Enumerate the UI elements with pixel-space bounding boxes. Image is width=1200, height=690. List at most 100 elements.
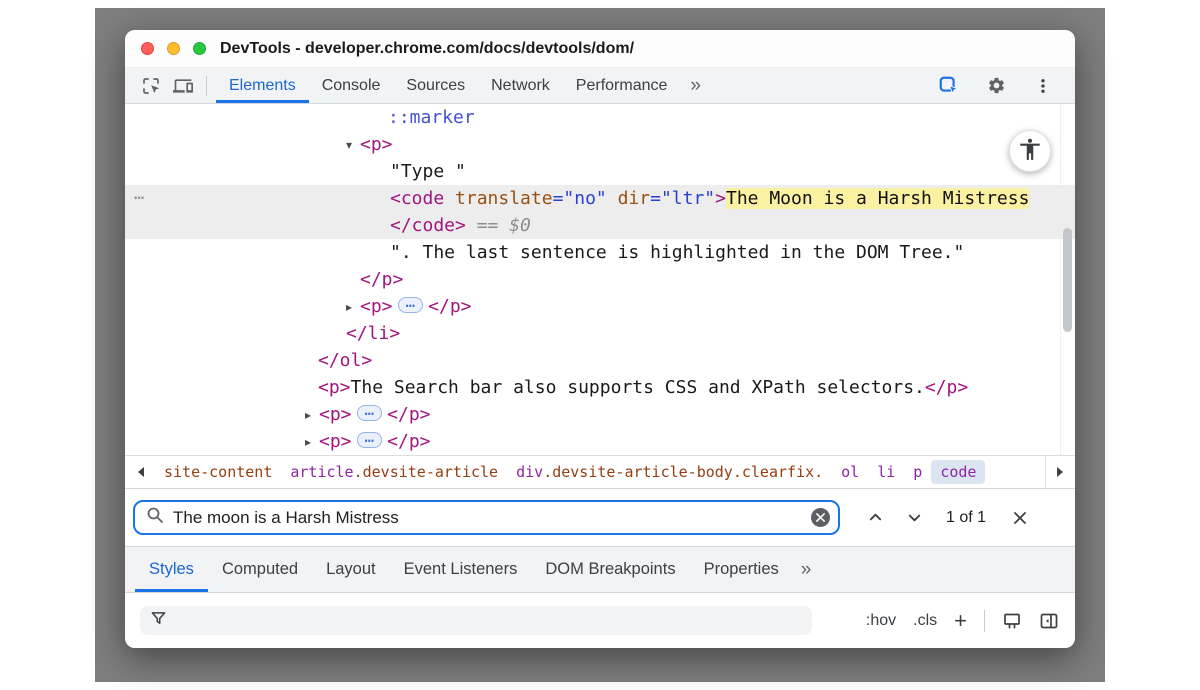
tab-performance[interactable]: Performance	[563, 68, 681, 103]
kebab-menu-icon[interactable]	[1029, 72, 1057, 100]
more-tabs-icon[interactable]: »	[680, 68, 711, 103]
clear-search-icon[interactable]	[811, 508, 830, 527]
dom-tree-line[interactable]: </code> == $0	[125, 212, 1075, 239]
search-results-count: 1 of 1	[946, 509, 986, 527]
tab-properties[interactable]: Properties	[690, 547, 793, 592]
dom-token: <code	[390, 188, 444, 209]
new-style-rule-button[interactable]: +	[954, 610, 967, 632]
vertical-scrollbar-thumb[interactable]	[1063, 228, 1072, 332]
chevron-right-icon[interactable]: ▸	[305, 402, 319, 429]
dom-token: </p>	[387, 404, 430, 425]
expand-inline-button[interactable]: …	[357, 405, 383, 421]
dom-token: </code>	[390, 215, 466, 236]
breadcrumb: site-content article.devsite-article div…	[125, 455, 1075, 489]
zoom-window-button[interactable]	[193, 42, 206, 55]
cursor-square-icon[interactable]	[935, 72, 963, 100]
dom-token: == $0	[466, 215, 531, 236]
dom-tree-line[interactable]: ▾<p>	[125, 131, 1075, 158]
dom-token: <p>	[360, 296, 393, 317]
dom-tree-line[interactable]: <p>The Search bar also supports CSS and …	[125, 374, 1075, 401]
devtools-toolbar: Elements Console Sources Network Perform…	[125, 68, 1075, 104]
toggle-element-state-button[interactable]: :hov	[866, 612, 896, 630]
search-icon	[146, 506, 164, 529]
breadcrumb-scroll-left-icon[interactable]	[125, 456, 155, 488]
close-search-icon[interactable]	[998, 510, 1034, 526]
breadcrumb-item[interactable]: article.devsite-article	[281, 460, 507, 484]
toolbar-right-actions	[935, 68, 1065, 103]
tab-sources[interactable]: Sources	[393, 68, 478, 103]
computed-sidebar-toggle-icon[interactable]	[1039, 611, 1059, 631]
breadcrumb-item[interactable]: div.devsite-article-body.clearfix.	[507, 460, 832, 484]
style-filter-input[interactable]	[175, 612, 812, 629]
dom-token: </p>	[428, 296, 471, 317]
dom-token: </p>	[925, 377, 968, 398]
dom-tree-line[interactable]: ▸<p> …</p>	[125, 293, 1075, 320]
breadcrumb-item-selected[interactable]: code	[931, 460, 985, 484]
dom-token: <p>	[319, 404, 352, 425]
panel-tabs: Elements Console Sources Network Perform…	[216, 68, 711, 103]
expand-inline-button[interactable]: …	[398, 297, 424, 313]
tab-layout[interactable]: Layout	[312, 547, 390, 592]
dom-token: </p>	[360, 269, 403, 290]
dom-token: ". The last sentence is highlighted in t…	[390, 242, 964, 263]
close-window-button[interactable]	[141, 42, 154, 55]
dom-tree-line[interactable]: "Type "	[125, 158, 1075, 185]
search-input-container	[133, 500, 840, 535]
dom-token: ="ltr"	[650, 188, 715, 209]
devtools-window: DevTools - developer.chrome.com/docs/dev…	[125, 30, 1075, 648]
breadcrumb-item[interactable]: p	[904, 460, 931, 484]
desktop-background: DevTools - developer.chrome.com/docs/dev…	[95, 8, 1105, 682]
styles-toolbar: :hov .cls +	[125, 593, 1075, 648]
breadcrumb-scroll-right-icon[interactable]	[1045, 456, 1075, 488]
dom-token: </p>	[387, 431, 430, 452]
settings-gear-icon[interactable]	[982, 72, 1010, 100]
tab-network[interactable]: Network	[478, 68, 563, 103]
tab-elements[interactable]: Elements	[216, 68, 309, 103]
previous-match-icon[interactable]	[856, 510, 895, 525]
dom-token: The Search bar also supports CSS and XPa…	[351, 377, 925, 398]
dom-tree-line[interactable]: ▸<p> …</p>	[125, 428, 1075, 455]
dom-token: <p>	[360, 134, 393, 155]
chevron-down-icon[interactable]: ▾	[346, 132, 360, 159]
dom-tree-line[interactable]: ". The last sentence is highlighted in t…	[125, 239, 1075, 266]
tab-dom-breakpoints[interactable]: DOM Breakpoints	[531, 547, 689, 592]
tab-console[interactable]: Console	[309, 68, 394, 103]
dom-tree-line[interactable]: …<code translate="no" dir="ltr">The Moon…	[125, 185, 1075, 212]
search-bar: 1 of 1	[125, 489, 1075, 546]
more-sidebar-tabs-icon[interactable]: »	[793, 547, 820, 592]
dom-token: translate	[444, 188, 552, 209]
dom-token: The Moon is a Harsh Mistress	[726, 188, 1029, 209]
dom-tree: ::marker▾<p>"Type "…<code translate="no"…	[125, 104, 1075, 455]
dom-token: <p>	[319, 431, 352, 452]
dom-tree-line[interactable]: </li>	[125, 320, 1075, 347]
rendering-emulations-icon[interactable]	[1002, 611, 1022, 631]
next-match-icon[interactable]	[895, 510, 934, 525]
dom-token: ="no"	[553, 188, 607, 209]
dom-tree-line[interactable]: </p>	[125, 266, 1075, 293]
expand-inline-button[interactable]: …	[357, 432, 383, 448]
minimize-window-button[interactable]	[167, 42, 180, 55]
chevron-right-icon[interactable]: ▸	[346, 294, 360, 321]
element-classes-button[interactable]: .cls	[913, 612, 937, 630]
dom-token: </ol>	[318, 350, 372, 371]
row-menu-icon[interactable]: …	[134, 181, 145, 208]
breadcrumb-item[interactable]: site-content	[155, 460, 281, 484]
dom-tree-line[interactable]: ▸<p> …</p>	[125, 401, 1075, 428]
breadcrumb-item[interactable]: li	[868, 460, 904, 484]
window-titlebar: DevTools - developer.chrome.com/docs/dev…	[125, 30, 1075, 68]
inspect-icon[interactable]	[137, 72, 165, 100]
dom-token: </li>	[346, 323, 400, 344]
dom-tree-line[interactable]: ::marker	[125, 104, 1075, 131]
traffic-lights	[141, 42, 206, 55]
chevron-right-icon[interactable]: ▸	[305, 429, 319, 455]
dom-tree-line[interactable]: </ol>	[125, 347, 1075, 374]
breadcrumb-item[interactable]: ol	[832, 460, 868, 484]
accessibility-button[interactable]	[1009, 130, 1051, 172]
tab-event-listeners[interactable]: Event Listeners	[390, 547, 532, 592]
filter-icon	[150, 610, 167, 632]
window-title: DevTools - developer.chrome.com/docs/dev…	[220, 40, 634, 58]
tab-computed[interactable]: Computed	[208, 547, 312, 592]
tab-styles[interactable]: Styles	[135, 547, 208, 592]
device-toolbar-icon[interactable]	[169, 72, 197, 100]
search-input[interactable]	[173, 508, 811, 528]
